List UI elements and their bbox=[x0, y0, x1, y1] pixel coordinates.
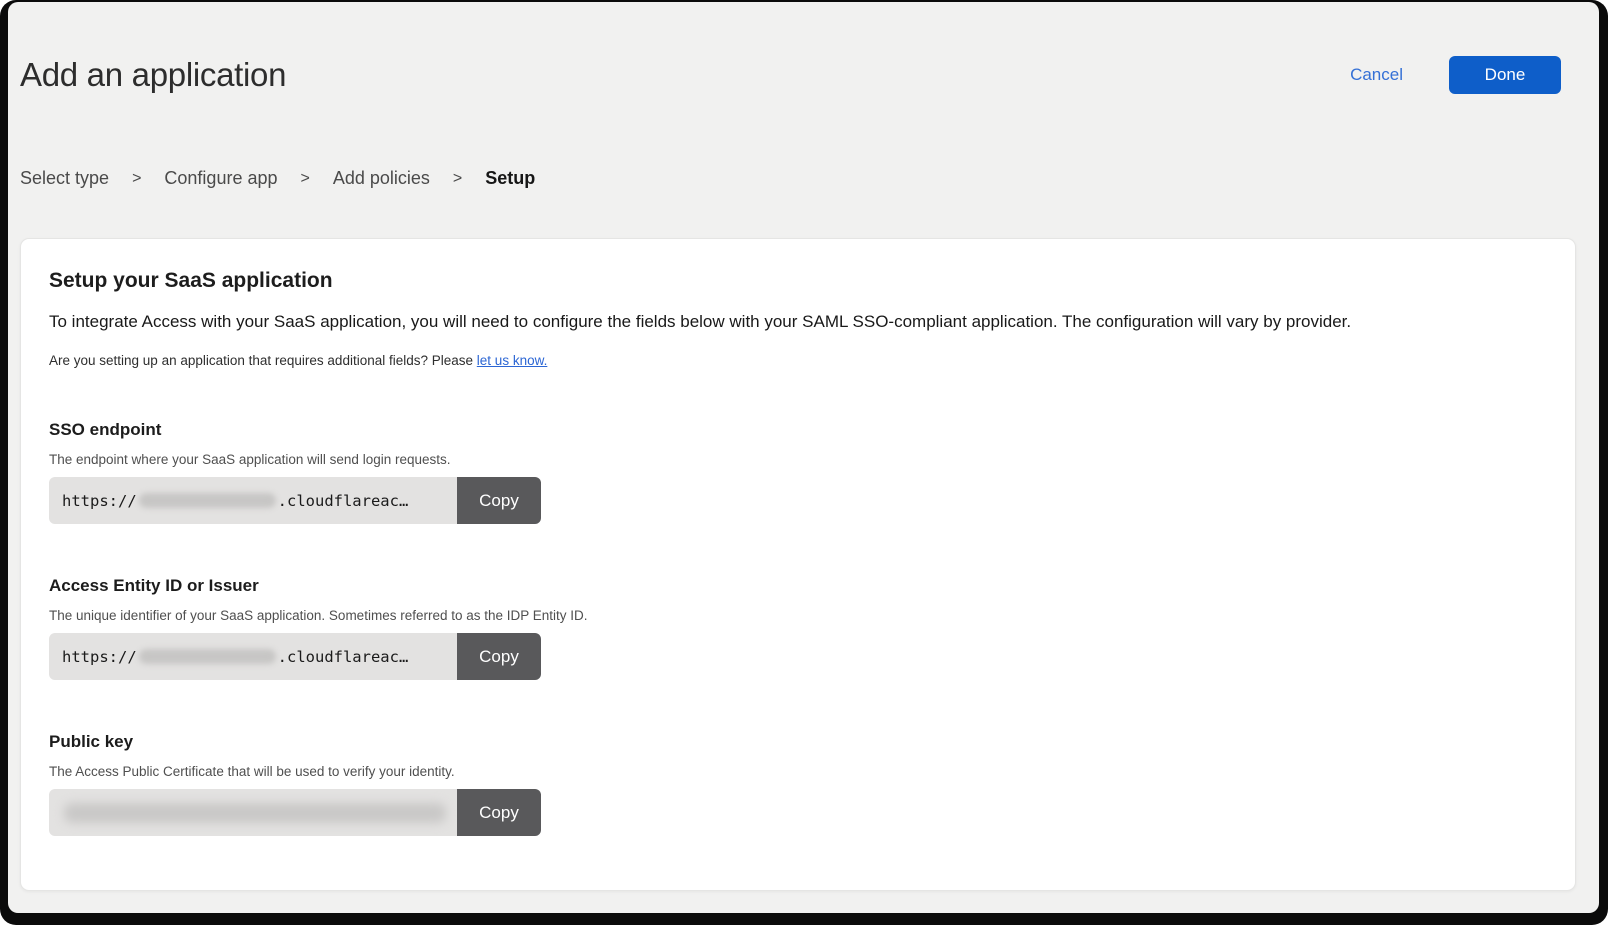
done-button[interactable]: Done bbox=[1449, 56, 1561, 94]
card-heading: Setup your SaaS application bbox=[49, 267, 1547, 294]
redacted-value bbox=[139, 649, 276, 664]
sso-endpoint-copy-button[interactable]: Copy bbox=[457, 477, 541, 524]
breadcrumb-step-configure-app[interactable]: Configure app bbox=[164, 168, 277, 189]
public-key-value bbox=[49, 789, 457, 836]
access-entity-id-value: https:// .cloudflareac… bbox=[49, 633, 457, 680]
public-key-title: Public key bbox=[49, 732, 1547, 752]
sso-endpoint-value: https:// .cloudflareac… bbox=[49, 477, 457, 524]
page-header: Add an application Cancel Done bbox=[8, 2, 1599, 98]
page-title: Add an application bbox=[20, 52, 286, 98]
redacted-value bbox=[139, 493, 276, 508]
breadcrumb-step-setup[interactable]: Setup bbox=[485, 168, 535, 189]
breadcrumb-separator: > bbox=[132, 170, 141, 188]
let-us-know-link[interactable]: let us know. bbox=[477, 353, 548, 368]
breadcrumb-separator: > bbox=[453, 170, 462, 188]
access-entity-id-copy-button[interactable]: Copy bbox=[457, 633, 541, 680]
card-note: Are you setting up an application that r… bbox=[49, 353, 1547, 368]
sso-endpoint-title: SSO endpoint bbox=[49, 420, 1547, 440]
access-entity-id-title: Access Entity ID or Issuer bbox=[49, 576, 1547, 596]
public-key-copy-button[interactable]: Copy bbox=[457, 789, 541, 836]
public-key-copy-row: Copy bbox=[49, 789, 541, 836]
cancel-button[interactable]: Cancel bbox=[1350, 65, 1403, 85]
breadcrumb-step-add-policies[interactable]: Add policies bbox=[333, 168, 430, 189]
note-text: Are you setting up an application that r… bbox=[49, 353, 473, 368]
sso-endpoint-description: The endpoint where your SaaS application… bbox=[49, 452, 1547, 467]
access-entity-id-section: Access Entity ID or Issuer The unique id… bbox=[49, 576, 1547, 680]
redacted-value bbox=[64, 803, 446, 823]
header-actions: Cancel Done bbox=[1350, 56, 1561, 94]
access-entity-id-description: The unique identifier of your SaaS appli… bbox=[49, 608, 1547, 623]
url-suffix: .cloudflareac… bbox=[278, 492, 409, 510]
add-application-page: Add an application Cancel Done Select ty… bbox=[8, 2, 1599, 913]
public-key-description: The Access Public Certificate that will … bbox=[49, 764, 1547, 779]
sso-endpoint-copy-row: https:// .cloudflareac… Copy bbox=[49, 477, 541, 524]
public-key-section: Public key The Access Public Certificate… bbox=[49, 732, 1547, 836]
sso-endpoint-section: SSO endpoint The endpoint where your Saa… bbox=[49, 420, 1547, 524]
breadcrumb-separator: > bbox=[301, 170, 310, 188]
url-prefix: https:// bbox=[62, 492, 137, 510]
url-prefix: https:// bbox=[62, 648, 137, 666]
breadcrumb-step-select-type[interactable]: Select type bbox=[20, 168, 109, 189]
screenshot-frame: Add an application Cancel Done Select ty… bbox=[0, 0, 1608, 925]
access-entity-id-copy-row: https:// .cloudflareac… Copy bbox=[49, 633, 541, 680]
url-suffix: .cloudflareac… bbox=[278, 648, 409, 666]
setup-card: Setup your SaaS application To integrate… bbox=[20, 238, 1576, 891]
breadcrumb: Select type > Configure app > Add polici… bbox=[20, 168, 1599, 189]
card-description: To integrate Access with your SaaS appli… bbox=[49, 310, 1547, 333]
